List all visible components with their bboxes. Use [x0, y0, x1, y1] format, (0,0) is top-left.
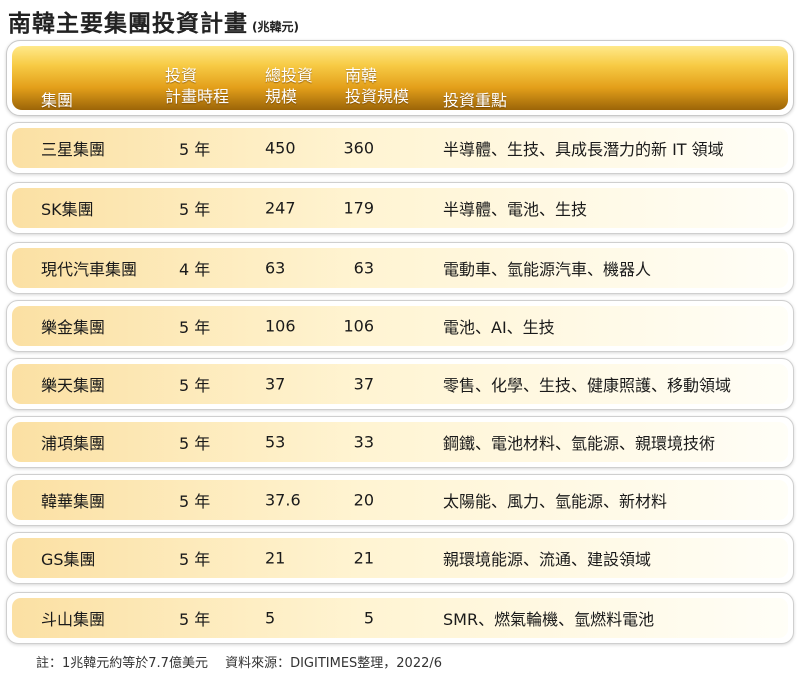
plan-period: 5 年 — [179, 376, 211, 395]
footnote: 註：1兆韓元約等於7.7億美元 資料來源：DIGITIMES整理，2022/6 — [36, 656, 443, 671]
title-block: 南韓主要集團投資計畫 (兆韓元) — [8, 4, 299, 37]
group-name: 現代汽車集團 — [41, 260, 138, 279]
table-row: 三星集團 5 年 450 360 半導體、生技、具成長潛力的新 IT 領域 — [6, 122, 794, 174]
plan-period: 5 年 — [179, 318, 211, 337]
page-title: 南韓主要集團投資計畫 — [8, 11, 248, 37]
investment-focus: 零售、化學、生技、健康照護、移動領域 — [443, 376, 732, 395]
table-row: 樂天集團 5 年 37 37 零售、化學、生技、健康照護、移動領域 — [6, 358, 794, 410]
total-investment: 37 — [265, 374, 286, 394]
investment-focus: 電動車、氫能源汽車、機器人 — [443, 260, 652, 279]
table-header: 集團 投資 計畫時程 總投資 規模 南韓 投資規模 投資重點 — [6, 40, 794, 116]
header-period: 投資 計畫時程 — [165, 66, 230, 106]
investment-focus: 太陽能、風力、氫能源、新材料 — [443, 492, 668, 511]
header-total: 總投資 規模 — [265, 66, 314, 106]
plan-period: 5 年 — [179, 492, 211, 511]
table-row: 韓華集團 5 年 37.6 20 太陽能、風力、氫能源、新材料 — [6, 474, 794, 526]
group-name: 斗山集團 — [41, 610, 106, 629]
group-name: 三星集團 — [41, 140, 106, 159]
total-investment: 106 — [265, 316, 296, 336]
header-focus: 投資重點 — [443, 91, 508, 110]
total-investment: 53 — [265, 432, 286, 452]
korea-investment: 21 — [353, 548, 374, 568]
korea-investment: 360 — [343, 138, 374, 158]
table-row: 樂金集團 5 年 106 106 電池、AI、生技 — [6, 300, 794, 352]
group-name: 樂天集團 — [41, 376, 106, 395]
korea-investment: 179 — [343, 198, 374, 218]
korea-investment: 20 — [353, 490, 374, 510]
header-group: 集團 — [41, 91, 74, 110]
total-investment: 63 — [265, 258, 286, 278]
investment-focus: 親環境能源、流通、建設領域 — [443, 550, 652, 569]
table-row: 斗山集團 5 年 5 5 SMR、燃氣輪機、氫燃料電池 — [6, 592, 794, 644]
investment-focus: 電池、AI、生技 — [443, 318, 555, 337]
korea-investment: 37 — [353, 374, 374, 394]
plan-period: 5 年 — [179, 140, 211, 159]
investment-focus: 鋼鐵、電池材料、氫能源、親環境技術 — [443, 434, 716, 453]
group-name: 浦項集團 — [41, 434, 106, 453]
korea-investment: 106 — [343, 316, 374, 336]
plan-period: 5 年 — [179, 200, 211, 219]
total-investment: 5 — [265, 608, 276, 628]
unit-label: (兆韓元) — [252, 20, 299, 34]
group-name: GS集團 — [41, 550, 96, 569]
korea-investment: 5 — [363, 608, 374, 628]
table-header-bar: 集團 投資 計畫時程 總投資 規模 南韓 投資規模 投資重點 — [12, 46, 788, 110]
korea-investment: 63 — [353, 258, 374, 278]
investment-focus: 半導體、電池、生技 — [443, 200, 588, 219]
header-korea: 南韓 投資規模 — [345, 66, 410, 106]
group-name: 樂金集團 — [41, 318, 106, 337]
total-investment: 37.6 — [265, 490, 301, 510]
total-investment: 21 — [265, 548, 286, 568]
investment-focus: SMR、燃氣輪機、氫燃料電池 — [443, 610, 655, 629]
investment-focus: 半導體、生技、具成長潛力的新 IT 領域 — [443, 140, 724, 159]
korea-investment: 33 — [353, 432, 374, 452]
plan-period: 4 年 — [179, 260, 211, 279]
total-investment: 450 — [265, 138, 296, 158]
group-name: SK集團 — [41, 200, 94, 219]
total-investment: 247 — [265, 198, 296, 218]
group-name: 韓華集團 — [41, 492, 106, 511]
table-row: GS集團 5 年 21 21 親環境能源、流通、建設領域 — [6, 532, 794, 584]
table-row: 現代汽車集團 4 年 63 63 電動車、氫能源汽車、機器人 — [6, 242, 794, 294]
plan-period: 5 年 — [179, 434, 211, 453]
table-row: SK集團 5 年 247 179 半導體、電池、生技 — [6, 182, 794, 234]
plan-period: 5 年 — [179, 610, 211, 629]
table-row: 浦項集團 5 年 53 33 鋼鐵、電池材料、氫能源、親環境技術 — [6, 416, 794, 468]
plan-period: 5 年 — [179, 550, 211, 569]
